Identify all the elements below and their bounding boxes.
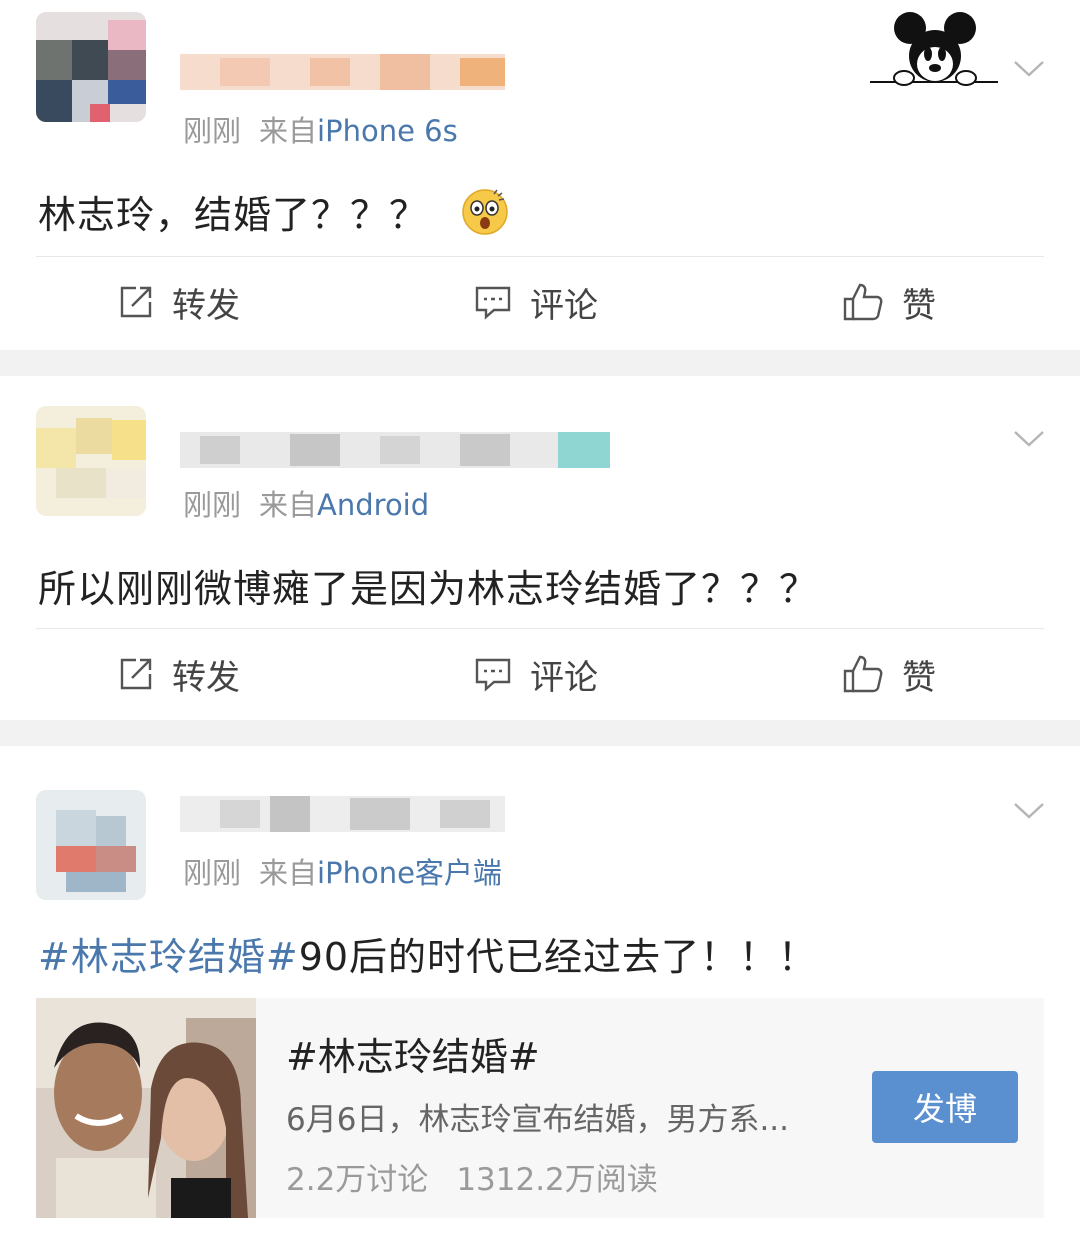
repost-button[interactable]: 转发	[118, 272, 240, 332]
nickname-blurred[interactable]	[180, 796, 505, 832]
post-time: 刚刚	[183, 488, 242, 522]
like-label: 赞	[902, 285, 936, 326]
topic-stats: 2.2万讨论 1312.2万阅读	[286, 1154, 658, 1199]
post-text: #林志玲结婚#90后的时代已经过去了！！！	[38, 935, 818, 979]
source-device-link[interactable]: iPhone 6s	[317, 114, 458, 148]
nickname-blurred[interactable]	[180, 432, 610, 468]
avatar[interactable]	[36, 12, 146, 122]
post-card-3: 刚刚 来自iPhone客户端 #林志玲结婚#90后的时代已经过去了！！！ #林志玲…	[0, 746, 1080, 1240]
post-text: 林志玲，结婚了？？？	[38, 184, 509, 239]
chevron-down-icon[interactable]	[1014, 802, 1044, 820]
post-meta: 刚刚 来自iPhone客户端	[183, 850, 502, 892]
comment-label: 评论	[530, 285, 598, 326]
hashtag-link[interactable]: #林志玲结婚#	[38, 935, 299, 979]
post-text: 所以刚刚微博瘫了是因为林志玲结婚了？？？	[38, 567, 819, 611]
repost-label: 转发	[172, 285, 240, 326]
source-device-link[interactable]: Android	[317, 488, 429, 522]
post-meta: 刚刚 来自Android	[183, 482, 429, 524]
repost-icon	[120, 658, 152, 690]
avatar[interactable]	[36, 790, 146, 900]
source-label: 来自	[259, 488, 318, 522]
nickname-blurred[interactable]	[180, 54, 505, 90]
post-card-1: 刚刚 来自iPhone 6s 林志玲，结婚了？？？ 转发 评论 赞	[0, 0, 1080, 350]
post-meta: 刚刚 来自iPhone 6s	[183, 108, 458, 150]
source-device-link[interactable]: iPhone客户端	[317, 856, 502, 890]
avatar[interactable]	[36, 406, 146, 516]
post-time: 刚刚	[183, 856, 242, 890]
read-count: 1312.2万阅读	[456, 1162, 658, 1198]
chevron-down-icon[interactable]	[1014, 60, 1044, 78]
thumbs-up-icon	[843, 283, 883, 321]
topic-photo	[36, 998, 256, 1218]
thumbs-up-icon	[843, 655, 883, 693]
comment-icon	[475, 286, 511, 320]
divider	[36, 628, 1044, 629]
post-button[interactable]: 发博	[872, 1071, 1018, 1143]
source-label: 来自	[259, 114, 318, 148]
post-time: 刚刚	[183, 114, 242, 148]
repost-icon	[120, 286, 152, 318]
topic-description: 6月6日，林志玲宣布结婚，男方系...	[286, 1102, 790, 1138]
divider	[36, 256, 1044, 257]
comment-icon	[475, 658, 511, 692]
like-button[interactable]: 赞	[842, 272, 936, 332]
comment-label: 评论	[530, 657, 598, 698]
chevron-down-icon[interactable]	[1014, 430, 1044, 448]
comment-button[interactable]: 评论	[474, 644, 598, 704]
shocked-face-icon	[462, 189, 508, 235]
topic-card[interactable]: #林志玲结婚# 6月6日，林志玲宣布结婚，男方系... 2.2万讨论 1312.2…	[36, 998, 1044, 1218]
repost-label: 转发	[172, 657, 240, 698]
action-bar: 转发 评论 赞	[0, 644, 1080, 704]
mickey-badge-icon	[870, 12, 998, 86]
repost-button[interactable]: 转发	[118, 644, 240, 704]
comment-button[interactable]: 评论	[474, 272, 598, 332]
post-card-2: 刚刚 来自Android 所以刚刚微博瘫了是因为林志玲结婚了？？？ 转发 评论 赞	[0, 376, 1080, 720]
like-label: 赞	[902, 657, 936, 698]
source-label: 来自	[259, 856, 318, 890]
like-button[interactable]: 赞	[842, 644, 936, 704]
discussion-count: 2.2万讨论	[286, 1162, 429, 1198]
action-bar: 转发 评论 赞	[0, 272, 1080, 332]
topic-title: #林志玲结婚#	[286, 1035, 540, 1079]
